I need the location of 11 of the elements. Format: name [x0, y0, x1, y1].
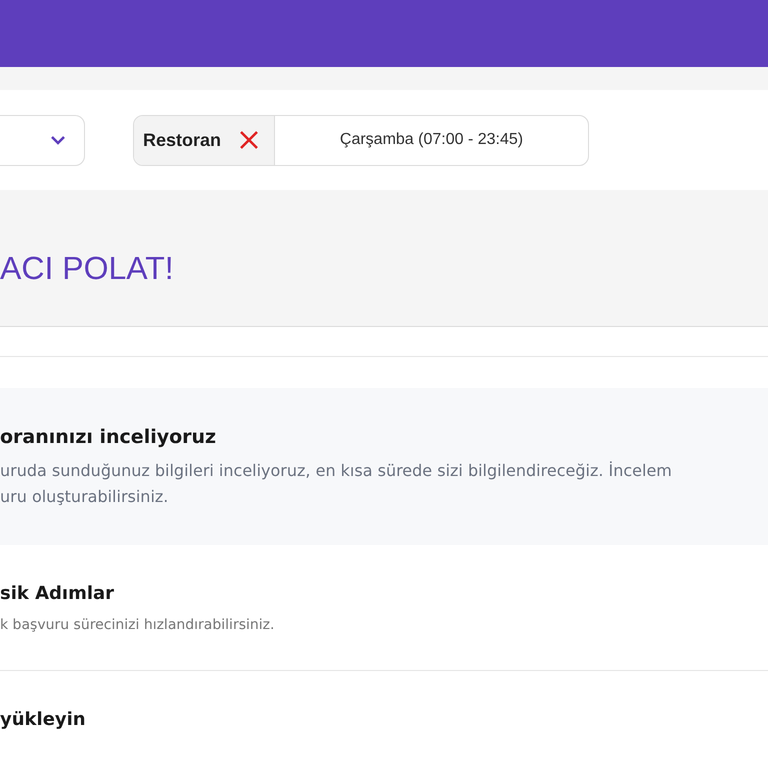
schedule-text: Çarşamba (07:00 - 23:45)	[340, 130, 524, 150]
notice-text: uruda sunduğunuz bilgileri inceliyoruz, en kısa sürede sizi bilgilendireceğiz. İncelem	[0, 460, 673, 482]
step-title: yükleyin	[0, 708, 87, 732]
notice-text: uru oluşturabilirsiniz.	[0, 486, 170, 508]
step-subtitle: k başvuru sürecinizi hızlandırabilirsiniz.	[0, 616, 276, 634]
close-icon[interactable]	[239, 130, 260, 150]
notice-title: oranınızı inceliyoruz	[0, 425, 218, 450]
tag-label: Restoran	[143, 128, 222, 152]
chevron-down-icon	[50, 135, 66, 145]
greeting-title: ACI POLAT!	[0, 249, 174, 288]
step-title: sik Adımlar	[0, 582, 116, 606]
